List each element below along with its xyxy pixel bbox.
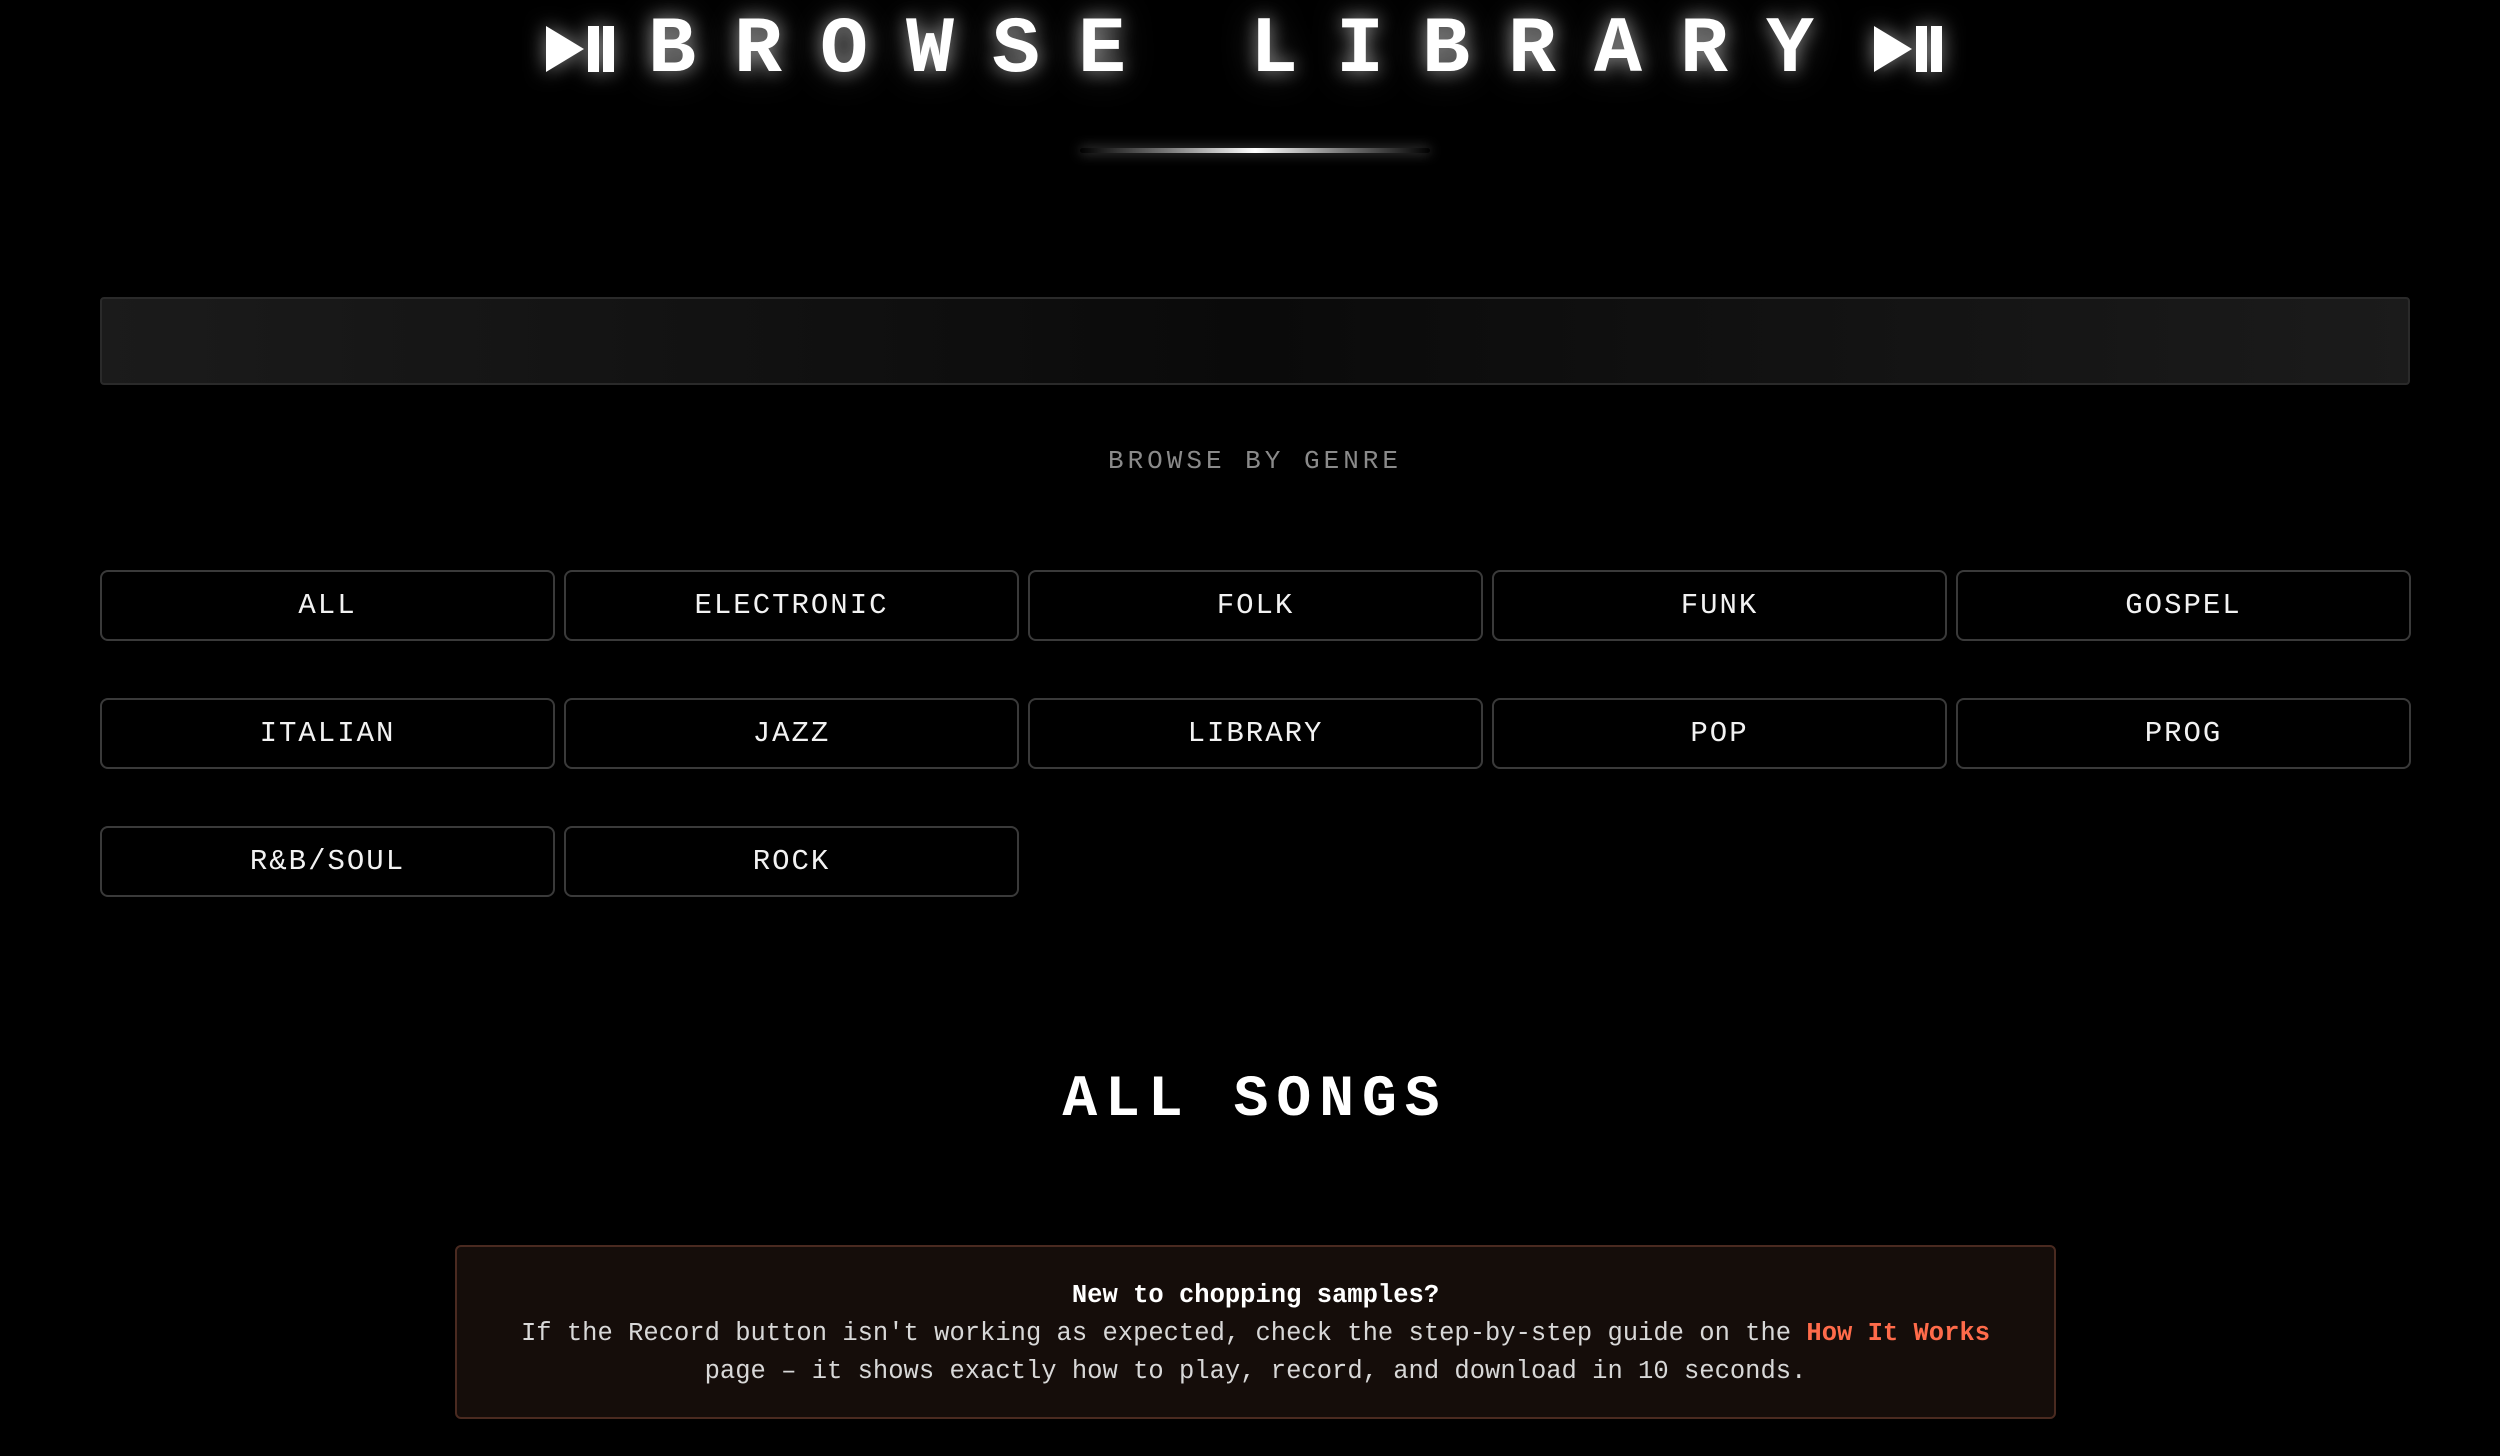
notice-title: New to chopping samples? xyxy=(1071,1281,1440,1310)
genre-heading: BROWSE BY GENRE xyxy=(1107,446,1403,476)
genre-button-funk[interactable]: FUNK xyxy=(1492,570,1947,641)
genre-grid: ALL ELECTRONIC FOLK FUNK GOSPEL ITALIAN … xyxy=(100,570,2411,897)
genre-button-jazz[interactable]: JAZZ xyxy=(564,698,1019,769)
notice-body: If the Record button isn't working as ex… xyxy=(457,1315,2054,1391)
notice-text-before-link: If the Record button isn't working as ex… xyxy=(520,1319,1807,1348)
genre-button-prog[interactable]: PROG xyxy=(1956,698,2411,769)
genre-button-all[interactable]: ALL xyxy=(100,570,555,641)
page-title: BROWSE LIBRARY xyxy=(647,5,1853,96)
search-bar[interactable] xyxy=(100,297,2410,385)
play-pause-icon xyxy=(546,26,614,72)
genre-button-gospel[interactable]: GOSPEL xyxy=(1956,570,2411,641)
help-notice: New to chopping samples? If the Record b… xyxy=(455,1245,2056,1419)
genre-button-electronic[interactable]: ELECTRONIC xyxy=(564,570,1019,641)
how-it-works-link[interactable]: How It Works xyxy=(1806,1319,1990,1348)
genre-button-library[interactable]: LIBRARY xyxy=(1028,698,1483,769)
genre-button-italian[interactable]: ITALIAN xyxy=(100,698,555,769)
genre-button-pop[interactable]: POP xyxy=(1492,698,1947,769)
play-pause-icon xyxy=(1874,26,1942,72)
page-header: BROWSE LIBRARY xyxy=(0,0,2500,153)
genre-button-rnb-soul[interactable]: R&B/SOUL xyxy=(100,826,555,897)
notice-text-after-link: page – it shows exactly how to play, rec… xyxy=(704,1357,1807,1386)
all-songs-heading: ALL SONGS xyxy=(1062,1068,1448,1133)
genre-button-rock[interactable]: ROCK xyxy=(564,826,1019,897)
search-input[interactable] xyxy=(102,299,2408,383)
title-underline xyxy=(1080,148,1430,153)
genre-button-folk[interactable]: FOLK xyxy=(1028,570,1483,641)
